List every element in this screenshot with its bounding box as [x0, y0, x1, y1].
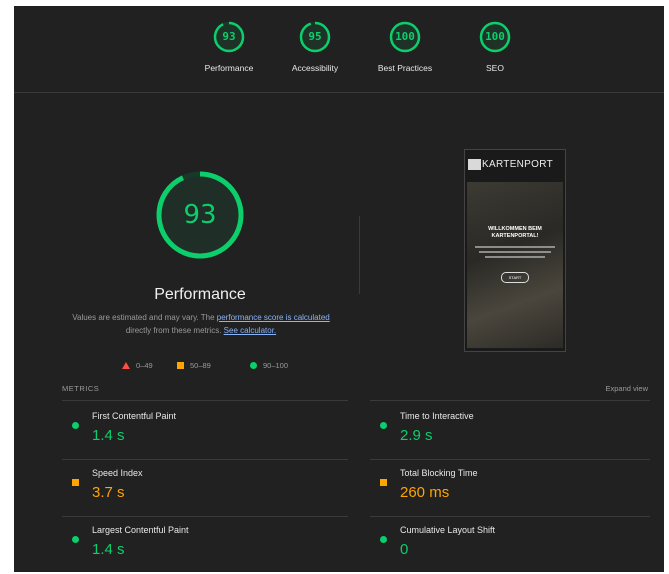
pass-circle-icon	[72, 529, 85, 547]
gauge-accessibility[interactable]: 95 Accessibility	[270, 20, 360, 73]
gauge-score: 95	[308, 30, 322, 43]
expand-view-toggle[interactable]: Expand view	[605, 384, 648, 393]
screenshot-start-button: START	[501, 272, 529, 283]
divider	[370, 459, 650, 460]
see-calculator-link[interactable]: See calculator.	[224, 326, 276, 335]
screenshot-body-lines	[475, 246, 555, 260]
legend-range: 90–100	[263, 361, 289, 370]
gauge-label: Accessibility	[291, 63, 339, 73]
legend-fail: 0–49	[122, 361, 153, 370]
metric-time-to-interactive: Time to Interactive 2.9 s	[380, 411, 660, 459]
divider	[359, 216, 360, 294]
legend-range: 0–49	[136, 361, 153, 370]
legend-range: 50–89	[190, 361, 211, 370]
metric-name: Cumulative Layout Shift	[400, 525, 496, 535]
metric-first-contentful-paint: First Contentful Paint 1.4 s	[72, 411, 352, 459]
logo-icon	[468, 159, 481, 170]
divider	[62, 516, 348, 517]
gauge-score: 93	[222, 30, 236, 43]
average-square-icon	[72, 472, 85, 490]
metric-cumulative-layout-shift: Cumulative Layout Shift 0	[380, 525, 660, 572]
performance-score-link[interactable]: performance score is calculated	[217, 313, 330, 322]
gauge-best-practices[interactable]: 100 Best Practices	[360, 20, 450, 73]
text-line	[475, 246, 555, 248]
gauge-seo[interactable]: 100 SEO	[450, 20, 540, 73]
divider	[62, 459, 348, 460]
gauge-label: SEO	[486, 63, 504, 73]
pass-circle-icon	[72, 415, 85, 433]
metric-largest-contentful-paint: Largest Contentful Paint 1.4 s	[72, 525, 352, 572]
metric-value: 0	[400, 541, 409, 558]
performance-score: 93	[183, 200, 217, 230]
circle-icon	[250, 362, 257, 369]
metric-name: Largest Contentful Paint	[92, 525, 189, 535]
gauge-performance[interactable]: 93 Performance	[184, 20, 274, 73]
metric-name: Speed Index	[92, 468, 143, 478]
gauge-ring-seo: 100	[478, 20, 512, 54]
divider	[370, 400, 650, 401]
screenshot-welcome: WILLKOMMEN BEIM KARTENPORTAL!	[469, 226, 561, 240]
welcome-line: WILLKOMMEN BEIM	[488, 226, 542, 232]
description-text: directly from these metrics.	[125, 326, 224, 335]
metric-speed-index: Speed Index 3.7 s	[72, 468, 352, 516]
metric-value: 1.4 s	[92, 427, 125, 444]
gauge-score: 100	[485, 30, 505, 43]
metric-name: First Contentful Paint	[92, 411, 177, 421]
metric-name: Total Blocking Time	[400, 468, 478, 478]
lighthouse-report: 93 Performance 95 Accessibility 100 Best…	[14, 6, 664, 572]
description-text: Values are estimated and may vary. The	[72, 313, 217, 322]
welcome-line: KARTENPORTAL!	[491, 233, 539, 239]
metric-value: 1.4 s	[92, 541, 125, 558]
divider	[62, 400, 348, 401]
text-line	[479, 251, 551, 253]
square-icon	[177, 362, 184, 369]
gauge-score: 100	[395, 30, 415, 43]
average-square-icon	[380, 472, 393, 490]
final-screenshot[interactable]: KARTENPORT WILLKOMMEN BEIM KARTENPORTAL!…	[464, 149, 566, 352]
divider	[370, 516, 650, 517]
score-legend: 0–49 50–89 90–100	[14, 361, 386, 373]
triangle-icon	[122, 362, 130, 369]
score-summary-bar: 93 Performance 95 Accessibility 100 Best…	[14, 6, 664, 93]
pass-circle-icon	[380, 415, 393, 433]
screenshot-logo-text: KARTENPORT	[482, 159, 553, 170]
metric-name: Time to Interactive	[400, 411, 474, 421]
gauge-label: Best Practices	[377, 63, 433, 73]
gauge-ring-accessibility: 95	[298, 20, 332, 54]
pass-circle-icon	[380, 529, 393, 547]
metric-value: 2.9 s	[400, 427, 433, 444]
metrics-header: METRICS	[62, 384, 100, 393]
screenshot-background	[467, 182, 563, 348]
metric-value: 260 ms	[400, 484, 450, 501]
gauge-label: Performance	[204, 63, 254, 73]
gauge-ring-best-practices: 100	[388, 20, 422, 54]
metric-value: 3.7 s	[92, 484, 125, 501]
performance-title: Performance	[154, 286, 246, 303]
legend-pass: 90–100	[250, 361, 288, 370]
text-line	[485, 256, 545, 258]
metric-total-blocking-time: Total Blocking Time 260 ms	[380, 468, 660, 516]
performance-gauge: 93	[154, 169, 246, 261]
performance-description: Values are estimated and may vary. The p…	[70, 311, 332, 337]
legend-average: 50–89	[177, 361, 211, 370]
gauge-ring-performance: 93	[212, 20, 246, 54]
